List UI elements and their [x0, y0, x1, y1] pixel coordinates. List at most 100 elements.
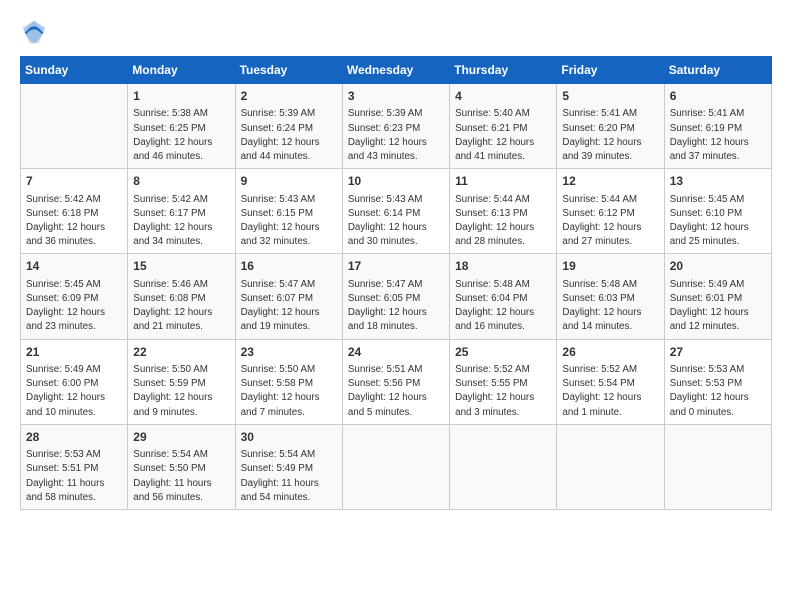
- day-number: 2: [241, 88, 337, 105]
- cell-content: Sunrise: 5:38 AM Sunset: 6:25 PM Dayligh…: [133, 107, 229, 164]
- cell-content: Sunrise: 5:45 AM Sunset: 6:09 PM Dayligh…: [26, 278, 122, 335]
- day-number: 24: [348, 344, 444, 361]
- cell-content: Sunrise: 5:49 AM Sunset: 6:00 PM Dayligh…: [26, 363, 122, 420]
- calendar-cell: 18 Sunrise: 5:48 AM Sunset: 6:04 PM Dayli…: [450, 254, 557, 339]
- day-number: 10: [348, 173, 444, 190]
- calendar-cell: 7 Sunrise: 5:42 AM Sunset: 6:18 PM Daylig…: [21, 169, 128, 254]
- calendar-week-5: 28 Sunrise: 5:53 AM Sunset: 5:51 PM Dayli…: [21, 424, 772, 509]
- cell-content: Sunrise: 5:53 AM Sunset: 5:53 PM Dayligh…: [670, 363, 766, 420]
- calendar-cell: 11 Sunrise: 5:44 AM Sunset: 6:13 PM Dayli…: [450, 169, 557, 254]
- calendar-cell: 5 Sunrise: 5:41 AM Sunset: 6:20 PM Daylig…: [557, 84, 664, 169]
- calendar-cell: 12 Sunrise: 5:44 AM Sunset: 6:12 PM Dayli…: [557, 169, 664, 254]
- calendar-cell: 28 Sunrise: 5:53 AM Sunset: 5:51 PM Dayli…: [21, 424, 128, 509]
- cell-content: Sunrise: 5:42 AM Sunset: 6:18 PM Dayligh…: [26, 193, 122, 250]
- day-number: 21: [26, 344, 122, 361]
- header-day-wednesday: Wednesday: [342, 57, 449, 84]
- header-day-saturday: Saturday: [664, 57, 771, 84]
- calendar-week-1: 1 Sunrise: 5:38 AM Sunset: 6:25 PM Daylig…: [21, 84, 772, 169]
- calendar-week-3: 14 Sunrise: 5:45 AM Sunset: 6:09 PM Dayli…: [21, 254, 772, 339]
- header-day-thursday: Thursday: [450, 57, 557, 84]
- day-number: 5: [562, 88, 658, 105]
- day-number: 25: [455, 344, 551, 361]
- calendar-cell: [21, 84, 128, 169]
- calendar-cell: 17Sunrise: 5:47 AM Sunset: 6:05 PM Dayli…: [342, 254, 449, 339]
- day-number: 9: [241, 173, 337, 190]
- calendar-cell: [557, 424, 664, 509]
- day-number: 20: [670, 258, 766, 275]
- calendar-cell: 23 Sunrise: 5:50 AM Sunset: 5:58 PM Dayli…: [235, 339, 342, 424]
- cell-content: Sunrise: 5:39 AM Sunset: 6:24 PM Dayligh…: [241, 107, 337, 164]
- calendar-cell: 1 Sunrise: 5:38 AM Sunset: 6:25 PM Daylig…: [128, 84, 235, 169]
- cell-content: Sunrise: 5:47 AM Sunset: 6:05 PM Dayligh…: [348, 278, 444, 335]
- cell-content: Sunrise: 5:50 AM Sunset: 5:58 PM Dayligh…: [241, 363, 337, 420]
- day-number: 27: [670, 344, 766, 361]
- cell-content: Sunrise: 5:51 AM Sunset: 5:56 PM Dayligh…: [348, 363, 444, 420]
- calendar-cell: 30 Sunrise: 5:54 AM Sunset: 5:49 PM Dayli…: [235, 424, 342, 509]
- calendar-cell: 29 Sunrise: 5:54 AM Sunset: 5:50 PM Dayli…: [128, 424, 235, 509]
- calendar-cell: 15 Sunrise: 5:46 AM Sunset: 6:08 PM Dayli…: [128, 254, 235, 339]
- day-number: 8: [133, 173, 229, 190]
- day-number: 14: [26, 258, 122, 275]
- cell-content: Sunrise: 5:54 AM Sunset: 5:50 PM Dayligh…: [133, 448, 229, 505]
- cell-content: Sunrise: 5:49 AM Sunset: 6:01 PM Dayligh…: [670, 278, 766, 335]
- calendar-cell: 6Sunrise: 5:41 AM Sunset: 6:19 PM Daylig…: [664, 84, 771, 169]
- cell-content: Sunrise: 5:54 AM Sunset: 5:49 PM Dayligh…: [241, 448, 337, 505]
- calendar-cell: 13Sunrise: 5:45 AM Sunset: 6:10 PM Dayli…: [664, 169, 771, 254]
- calendar-cell: 10Sunrise: 5:43 AM Sunset: 6:14 PM Dayli…: [342, 169, 449, 254]
- cell-content: Sunrise: 5:41 AM Sunset: 6:20 PM Dayligh…: [562, 107, 658, 164]
- cell-content: Sunrise: 5:42 AM Sunset: 6:17 PM Dayligh…: [133, 193, 229, 250]
- calendar-cell: 19Sunrise: 5:48 AM Sunset: 6:03 PM Dayli…: [557, 254, 664, 339]
- cell-content: Sunrise: 5:52 AM Sunset: 5:54 PM Dayligh…: [562, 363, 658, 420]
- cell-content: Sunrise: 5:43 AM Sunset: 6:15 PM Dayligh…: [241, 193, 337, 250]
- calendar-cell: 14 Sunrise: 5:45 AM Sunset: 6:09 PM Dayli…: [21, 254, 128, 339]
- day-number: 23: [241, 344, 337, 361]
- calendar-cell: 20 Sunrise: 5:49 AM Sunset: 6:01 PM Dayli…: [664, 254, 771, 339]
- day-number: 18: [455, 258, 551, 275]
- calendar-cell: 3 Sunrise: 5:39 AM Sunset: 6:23 PM Daylig…: [342, 84, 449, 169]
- cell-content: Sunrise: 5:44 AM Sunset: 6:12 PM Dayligh…: [562, 193, 658, 250]
- calendar-cell: 24 Sunrise: 5:51 AM Sunset: 5:56 PM Dayli…: [342, 339, 449, 424]
- calendar-week-2: 7 Sunrise: 5:42 AM Sunset: 6:18 PM Daylig…: [21, 169, 772, 254]
- day-number: 3: [348, 88, 444, 105]
- cell-content: Sunrise: 5:46 AM Sunset: 6:08 PM Dayligh…: [133, 278, 229, 335]
- calendar-cell: 8 Sunrise: 5:42 AM Sunset: 6:17 PM Daylig…: [128, 169, 235, 254]
- logo-icon: [20, 18, 48, 46]
- day-number: 26: [562, 344, 658, 361]
- day-number: 29: [133, 429, 229, 446]
- cell-content: Sunrise: 5:52 AM Sunset: 5:55 PM Dayligh…: [455, 363, 551, 420]
- day-number: 6: [670, 88, 766, 105]
- day-number: 4: [455, 88, 551, 105]
- calendar-cell: [664, 424, 771, 509]
- day-number: 22: [133, 344, 229, 361]
- header-day-friday: Friday: [557, 57, 664, 84]
- day-number: 12: [562, 173, 658, 190]
- cell-content: Sunrise: 5:48 AM Sunset: 6:03 PM Dayligh…: [562, 278, 658, 335]
- day-number: 1: [133, 88, 229, 105]
- calendar-cell: 9 Sunrise: 5:43 AM Sunset: 6:15 PM Daylig…: [235, 169, 342, 254]
- cell-content: Sunrise: 5:50 AM Sunset: 5:59 PM Dayligh…: [133, 363, 229, 420]
- calendar-cell: 4Sunrise: 5:40 AM Sunset: 6:21 PM Daylig…: [450, 84, 557, 169]
- day-number: 16: [241, 258, 337, 275]
- calendar-table: SundayMondayTuesdayWednesdayThursdayFrid…: [20, 56, 772, 510]
- calendar-cell: 2 Sunrise: 5:39 AM Sunset: 6:24 PM Daylig…: [235, 84, 342, 169]
- header-day-sunday: Sunday: [21, 57, 128, 84]
- calendar-body: 1 Sunrise: 5:38 AM Sunset: 6:25 PM Daylig…: [21, 84, 772, 510]
- day-number: 11: [455, 173, 551, 190]
- day-number: 28: [26, 429, 122, 446]
- cell-content: Sunrise: 5:53 AM Sunset: 5:51 PM Dayligh…: [26, 448, 122, 505]
- day-number: 13: [670, 173, 766, 190]
- cell-content: Sunrise: 5:39 AM Sunset: 6:23 PM Dayligh…: [348, 107, 444, 164]
- day-number: 30: [241, 429, 337, 446]
- cell-content: Sunrise: 5:48 AM Sunset: 6:04 PM Dayligh…: [455, 278, 551, 335]
- page-header: [20, 18, 772, 46]
- header-day-monday: Monday: [128, 57, 235, 84]
- day-number: 7: [26, 173, 122, 190]
- calendar-cell: 22 Sunrise: 5:50 AM Sunset: 5:59 PM Dayli…: [128, 339, 235, 424]
- cell-content: Sunrise: 5:47 AM Sunset: 6:07 PM Dayligh…: [241, 278, 337, 335]
- day-number: 15: [133, 258, 229, 275]
- logo: [20, 18, 54, 46]
- calendar-cell: [450, 424, 557, 509]
- calendar-header: SundayMondayTuesdayWednesdayThursdayFrid…: [21, 57, 772, 84]
- cell-content: Sunrise: 5:44 AM Sunset: 6:13 PM Dayligh…: [455, 193, 551, 250]
- calendar-cell: [342, 424, 449, 509]
